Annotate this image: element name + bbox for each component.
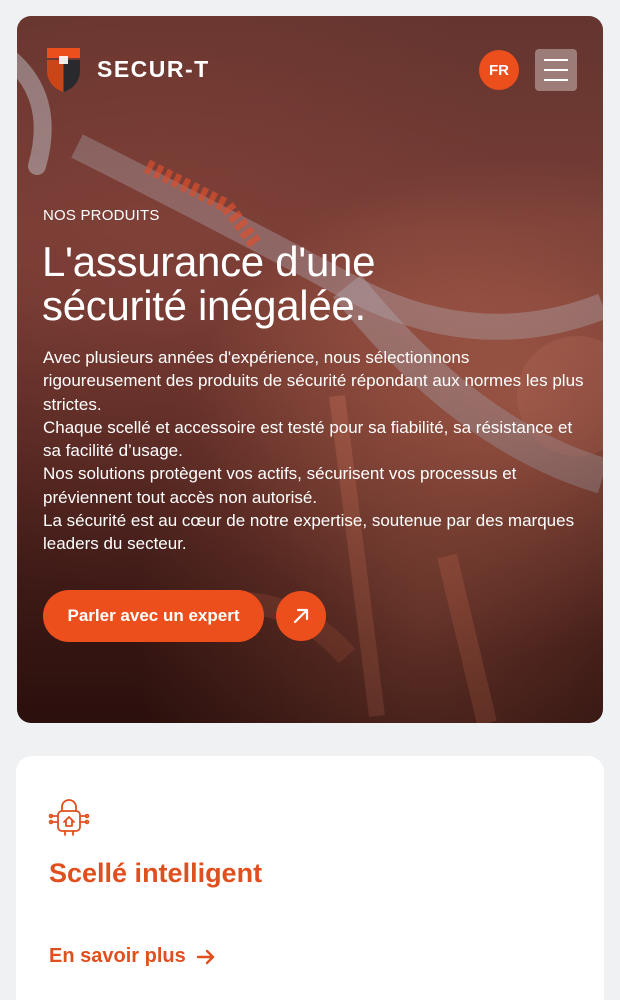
hero-title-line: sécurité inégalée.: [42, 282, 366, 329]
hamburger-menu-icon[interactable]: [535, 49, 577, 91]
hero-description: Avec plusieurs années d'expérience, nous…: [43, 346, 588, 556]
arrow-right-icon: [196, 949, 214, 964]
hero-paragraph: La sécurité est au cœur de notre experti…: [43, 511, 575, 554]
shield-logo-icon: [47, 48, 80, 92]
arrow-up-right-icon: [293, 608, 309, 624]
section-eyebrow: NOS PRODUITS: [43, 207, 160, 224]
brand-logo[interactable]: SECUR-T: [44, 46, 210, 92]
card-title: Scellé intelligent: [49, 858, 263, 888]
hero-title-line: L'assurance d'une: [42, 238, 376, 285]
cta-arrow-button[interactable]: [276, 591, 326, 641]
smart-lock-icon: [48, 799, 90, 836]
hero-section: SECUR-T FR NOS PRODUITS L'assurance d'un…: [17, 16, 603, 723]
hero-title: L'assurance d'une sécurité inégalée.: [42, 240, 562, 328]
hero-paragraph: Nos solutions protègent vos actifs, sécu…: [43, 464, 517, 507]
learn-more-label: En savoir plus: [49, 945, 186, 967]
menu-line: [544, 59, 568, 61]
menu-line: [544, 69, 568, 71]
product-card: Scellé intelligent En savoir plus: [16, 756, 604, 1000]
talk-to-expert-button[interactable]: Parler avec un expert: [43, 590, 264, 642]
learn-more-link[interactable]: En savoir plus: [49, 945, 216, 968]
menu-line: [544, 79, 568, 81]
brand-name: SECUR-T: [97, 55, 210, 82]
hero-paragraph: Chaque scellé et accessoire est testé po…: [43, 417, 573, 461]
language-switcher[interactable]: FR: [479, 50, 519, 90]
hero-paragraph: Avec plusieurs années d'expérience, nous…: [43, 348, 584, 414]
